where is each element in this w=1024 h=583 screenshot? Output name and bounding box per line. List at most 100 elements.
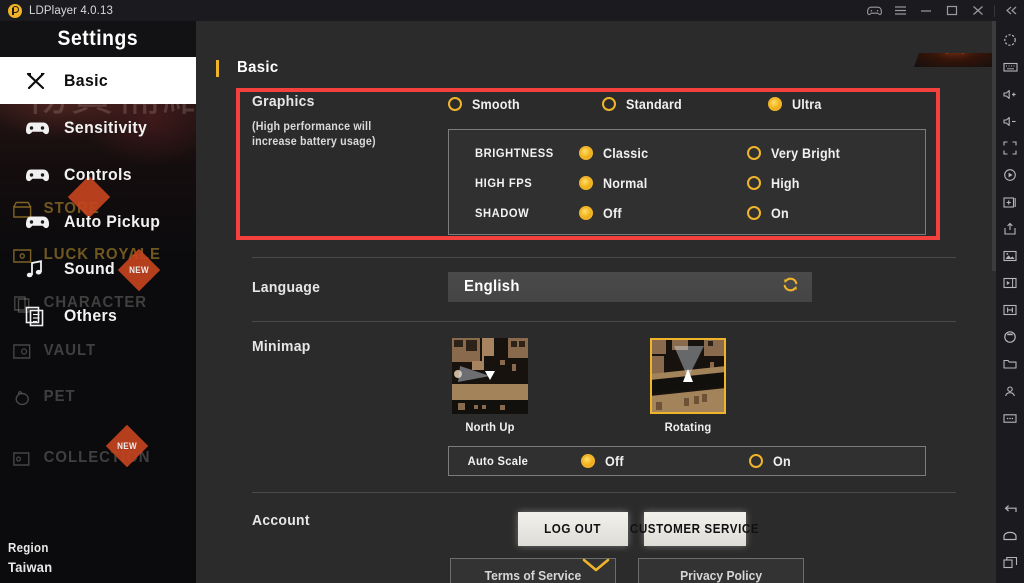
quality-option-ultra[interactable]: Ultra	[768, 97, 824, 112]
log-out-button[interactable]: LOG OUT	[518, 512, 628, 546]
minimap-thumbnail[interactable]	[452, 338, 528, 414]
sidebar-item-sound[interactable]: Sound	[0, 245, 196, 292]
recents-icon[interactable]	[997, 549, 1023, 575]
add-window-icon[interactable]	[997, 189, 1023, 215]
option-label: Very Bright	[771, 146, 840, 161]
ldplayer-logo-icon	[8, 4, 22, 18]
resize-icon[interactable]	[997, 135, 1023, 161]
radio-auto-scale-off[interactable]	[581, 454, 595, 468]
region-display[interactable]: Region Taiwan	[8, 541, 56, 575]
multi-instance-sync-icon[interactable]	[997, 297, 1023, 323]
setting-name: BRIGHTNESS	[449, 146, 570, 160]
home-icon[interactable]	[997, 522, 1023, 548]
quality-option-smooth[interactable]: Smooth	[448, 97, 602, 112]
volume-up-icon[interactable]	[997, 81, 1023, 107]
sidebar-item-sensitivity[interactable]: Sensitivity	[0, 104, 196, 151]
more-icon[interactable]	[997, 405, 1023, 431]
quality-option-standard[interactable]: Standard	[602, 97, 768, 112]
minimap-option-label: North Up	[455, 420, 526, 434]
keyboard-icon[interactable]	[997, 54, 1023, 80]
sidebar-item-others[interactable]: Others	[0, 292, 196, 339]
option-label: On	[773, 454, 791, 469]
menu-icon[interactable]	[887, 0, 913, 21]
sidebar-item-auto-pickup[interactable]: Auto Pickup	[0, 198, 196, 245]
shake-icon[interactable]	[997, 324, 1023, 350]
titlebar: LDPlayer 4.0.13	[0, 0, 1024, 21]
minimap-thumbnail[interactable]	[650, 338, 726, 414]
settings-header: Settings	[0, 21, 196, 57]
folder-icon[interactable]	[997, 351, 1023, 377]
chevron-down-icon[interactable]	[579, 556, 613, 579]
account-label: Account	[252, 512, 434, 529]
auto-scale-option-off[interactable]: Off	[581, 454, 749, 469]
sidebar-item-basic[interactable]: Basic	[0, 57, 196, 104]
close-icon[interactable]	[965, 0, 991, 21]
privacy-policy-button[interactable]: Privacy Policy	[638, 558, 804, 583]
option-label: Normal	[603, 176, 647, 191]
settings-main-panel: Basic Graphics (High performance will in…	[196, 21, 996, 583]
option-label: High	[771, 176, 800, 191]
option-label: Classic	[603, 146, 648, 161]
sidebar-item-controls[interactable]: Controls	[0, 151, 196, 198]
region-label: Region	[8, 541, 52, 555]
minimize-icon[interactable]	[913, 0, 939, 21]
ghost-item-label: VAULT	[44, 342, 97, 360]
gamepad-icon[interactable]	[861, 0, 887, 21]
language-section: Language English	[252, 258, 956, 302]
radio-fps-high[interactable]	[747, 176, 761, 190]
auto-scale-label: Auto Scale	[449, 454, 572, 468]
option-label: Off	[603, 206, 622, 221]
screenshot-icon[interactable]	[997, 243, 1023, 269]
fullscreen-toggle-icon[interactable]	[997, 27, 1023, 53]
fps-option-normal[interactable]: Normal	[579, 176, 747, 191]
sidebar-item-label: Basic	[64, 71, 108, 91]
location-icon[interactable]	[997, 378, 1023, 404]
shadow-option-on[interactable]: On	[747, 206, 790, 221]
fps-option-high[interactable]: High	[747, 176, 802, 191]
sidebar-item-label: Controls	[64, 165, 132, 185]
auto-scale-option-on[interactable]: On	[749, 454, 792, 469]
graphics-label: Graphics	[252, 93, 434, 110]
brightness-option-very-bright[interactable]: Very Bright	[747, 146, 845, 161]
minimap-option-north-up[interactable]: North Up	[452, 338, 528, 434]
radio-brightness-classic[interactable]	[579, 146, 593, 160]
radio-ultra[interactable]	[768, 97, 782, 111]
graphics-row-brightness: BRIGHTNESS Classic Very Bright	[449, 138, 925, 168]
new-badge: NEW	[106, 425, 148, 467]
settings-nav-list: Basic Sensitivity Controls Auto Pickup	[0, 57, 196, 339]
setting-name: HIGH FPS	[449, 176, 570, 190]
language-selector[interactable]: English	[448, 272, 812, 302]
refresh-icon[interactable]	[781, 275, 800, 299]
maximize-icon[interactable]	[939, 0, 965, 21]
ghost-item-label: PET	[44, 388, 76, 406]
brightness-option-classic[interactable]: Classic	[579, 146, 747, 161]
radio-standard[interactable]	[602, 97, 616, 111]
back-icon[interactable]	[997, 495, 1023, 521]
button-label: Terms of Service	[485, 568, 582, 583]
record-macro-icon[interactable]	[997, 162, 1023, 188]
documents-icon	[24, 304, 54, 328]
region-value: Taiwan	[8, 559, 52, 575]
minimap-option-rotating[interactable]: Rotating	[650, 338, 726, 434]
upload-icon[interactable]	[997, 216, 1023, 242]
radio-smooth[interactable]	[448, 97, 462, 111]
radio-shadow-on[interactable]	[747, 206, 761, 220]
volume-down-icon[interactable]	[997, 108, 1023, 134]
option-label: On	[771, 206, 789, 221]
tab-basic[interactable]: Basic	[196, 53, 996, 83]
radio-brightness-very-bright[interactable]	[747, 146, 761, 160]
radio-shadow-off[interactable]	[579, 206, 593, 220]
graphics-row-shadow: SHADOW Off On	[449, 198, 925, 228]
video-icon[interactable]	[997, 270, 1023, 296]
minimap-section: Minimap	[252, 322, 956, 476]
quality-label: Standard	[626, 97, 682, 112]
radio-auto-scale-on[interactable]	[749, 454, 763, 468]
shadow-option-off[interactable]: Off	[579, 206, 747, 221]
collection-icon	[12, 448, 36, 468]
app-title: LDPlayer 4.0.13	[29, 5, 113, 17]
sidebar-item-label: Sensitivity	[64, 118, 147, 138]
radio-fps-normal[interactable]	[579, 176, 593, 190]
collapse-icon[interactable]	[998, 0, 1024, 21]
customer-service-button[interactable]: CUSTOMER SERVICE	[644, 512, 746, 546]
divider	[994, 5, 995, 17]
